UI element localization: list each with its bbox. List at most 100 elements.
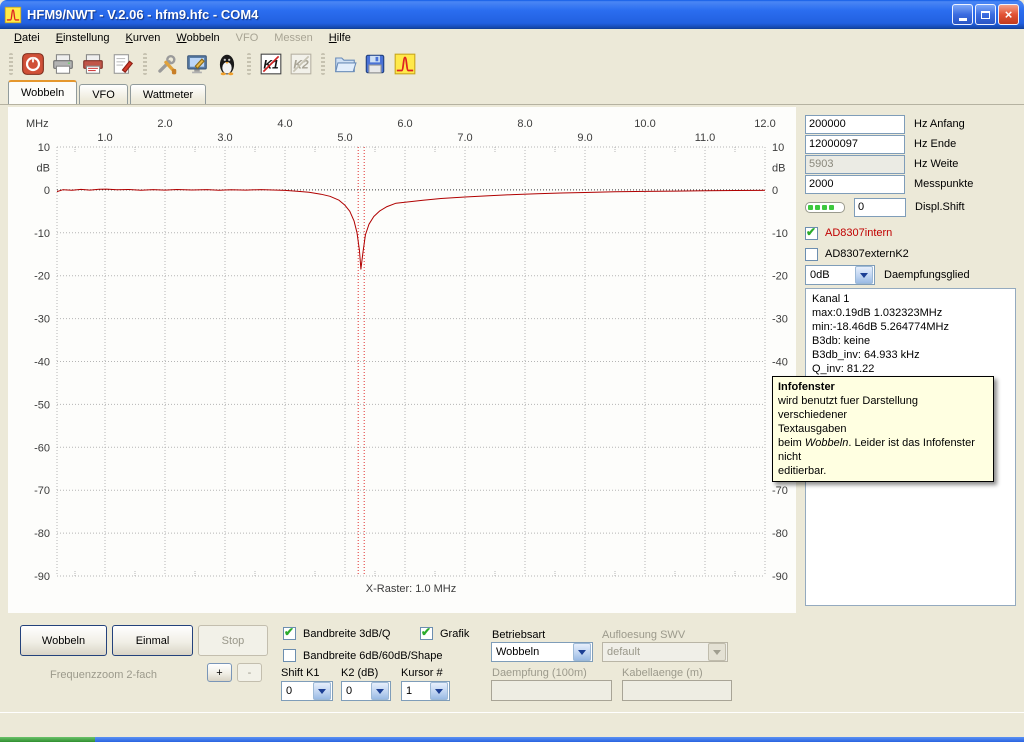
display-edit-button[interactable] [183, 50, 211, 78]
svg-text:-10: -10 [772, 228, 788, 240]
status-bar [0, 712, 1024, 737]
print-button[interactable] [49, 50, 77, 78]
menu-datei[interactable]: Datei [6, 31, 48, 45]
tooltip-title: Infofenster [778, 381, 835, 393]
display-edit-icon [185, 52, 209, 76]
hz-anfang-label: Hz Anfang [914, 118, 965, 130]
file-open-button[interactable] [331, 50, 359, 78]
svg-text:-80: -80 [772, 528, 788, 540]
svg-text:0: 0 [44, 185, 50, 197]
bandbreite-6db-checkbox[interactable] [283, 649, 296, 662]
zoom-minus-button: - [237, 663, 262, 682]
file-save-button[interactable] [361, 50, 389, 78]
k2-curve-button[interactable]: K2 [287, 50, 315, 78]
info-line: max:0.19dB 1.032323MHz [812, 306, 1009, 320]
svg-text:9.0: 9.0 [577, 132, 592, 144]
k2-db-select[interactable]: 0 [341, 681, 391, 701]
svg-text:-40: -40 [34, 357, 50, 369]
close-icon: × [1005, 8, 1013, 21]
hz-weite-input [805, 155, 905, 174]
tab-wattmeter[interactable]: Wattmeter [130, 84, 206, 104]
linux-penguin-button[interactable] [213, 50, 241, 78]
shift-k1-label: Shift K1 [281, 667, 320, 679]
minimize-button[interactable] [952, 4, 973, 25]
svg-text:-80: -80 [34, 528, 50, 540]
x-raster-label: X-Raster: 1.0 MHz [57, 583, 765, 595]
hz-ende-input[interactable] [805, 135, 905, 154]
application-window: HFM9/NWT - V.2.06 - hfm9.hfc - COM4 × Da… [0, 0, 1024, 742]
menu-kurven[interactable]: Kurven [118, 31, 169, 45]
svg-text:8.0: 8.0 [517, 118, 532, 130]
ad8307intern-checkbox[interactable] [805, 227, 818, 240]
shift-k1-select[interactable]: 0 [281, 681, 333, 701]
displ-shift-input[interactable] [854, 198, 906, 217]
grafik-checkbox[interactable] [420, 627, 433, 640]
svg-text:MHz: MHz [26, 118, 49, 130]
zoom-plus-button[interactable]: + [207, 663, 232, 682]
sweep-chart[interactable]: MHz2.04.06.08.010.012.01.03.05.07.09.011… [8, 107, 796, 613]
menu-einstellung[interactable]: Einstellung [48, 31, 118, 45]
wobbeln-button[interactable]: Wobbeln [20, 625, 107, 656]
infofenster-tooltip: Infofenster wird benutzt fuer Darstellun… [772, 376, 994, 482]
toolbar-grip[interactable] [247, 53, 251, 75]
maximize-icon [981, 11, 990, 19]
hz-anfang-input[interactable] [805, 115, 905, 134]
hz-weite-label: Hz Weite [914, 158, 958, 170]
close-button[interactable]: × [998, 4, 1019, 25]
edit-notes-button[interactable] [109, 50, 137, 78]
info-line: min:-18.46dB 5.264774MHz [812, 320, 1009, 334]
betriebsart-select[interactable]: Wobbeln [491, 642, 593, 662]
svg-text:-90: -90 [772, 571, 788, 583]
messpunkte-input[interactable] [805, 175, 905, 194]
bandbreite-3db-checkbox[interactable] [283, 627, 296, 640]
displ-shift-slider[interactable] [805, 202, 845, 213]
maximize-button[interactable] [975, 4, 996, 25]
toolbar-grip[interactable] [321, 53, 325, 75]
info-line: B3db: keine [812, 334, 1009, 348]
dropdown-arrow-icon[interactable] [573, 643, 591, 661]
kursor-select[interactable]: 1 [401, 681, 450, 701]
info-line: Q_inv: 81.22 [812, 362, 1009, 376]
tab-vfo[interactable]: VFO [79, 84, 128, 104]
daempfungsglied-label: Daempfungsglied [884, 269, 970, 281]
svg-text:4.0: 4.0 [277, 118, 292, 130]
title-bar: HFM9/NWT - V.2.06 - hfm9.hfc - COM4 × [0, 0, 1024, 29]
tab-bar: WobbelnVFOWattmeter [0, 82, 1024, 104]
kabellaenge-label: Kabellaenge (m) [622, 667, 703, 679]
dropdown-arrow-icon[interactable] [855, 266, 873, 284]
start-button[interactable] [0, 737, 95, 742]
svg-text:dB: dB [37, 163, 50, 175]
einmal-button[interactable]: Einmal [112, 625, 193, 656]
svg-text:-30: -30 [34, 314, 50, 326]
menu-hilfe[interactable]: Hilfe [321, 31, 359, 45]
svg-text:-90: -90 [34, 571, 50, 583]
svg-text:10: 10 [772, 142, 784, 154]
toolbar-grip[interactable] [143, 53, 147, 75]
frequenzzoom-label: Frequenzzoom 2-fach [50, 669, 157, 681]
svg-text:dB: dB [772, 163, 785, 175]
svg-text:10.0: 10.0 [634, 118, 655, 130]
menu-wobbeln[interactable]: Wobbeln [168, 31, 227, 45]
print-color-button[interactable] [79, 50, 107, 78]
svg-text:-50: -50 [34, 399, 50, 411]
sweep-display-button[interactable] [391, 50, 419, 78]
info-line: B3db_inv: 64.933 kHz [812, 348, 1009, 362]
ad8307intern-label: AD8307intern [825, 227, 892, 239]
svg-text:5.0: 5.0 [337, 132, 352, 144]
daempfungsglied-select[interactable]: 0dB [805, 265, 875, 285]
dropdown-arrow-icon[interactable] [371, 682, 389, 700]
power-off-button[interactable] [19, 50, 47, 78]
settings-tools-button[interactable] [153, 50, 181, 78]
dropdown-arrow-icon[interactable] [430, 682, 448, 700]
ad8307externk2-label: AD8307externK2 [825, 248, 909, 260]
toolbar-grip[interactable] [9, 53, 13, 75]
windows-taskbar[interactable] [0, 737, 1024, 742]
sweep-settings-panel: Hz Anfang Hz Ende Hz Weite Messpunkte Di… [805, 112, 1017, 612]
dropdown-arrow-icon[interactable] [313, 682, 331, 700]
bandbreite-6db-label: Bandbreite 6dB/60dB/Shape [303, 650, 442, 662]
ad8307externk2-checkbox[interactable] [805, 248, 818, 261]
aufloesung-swv-label: Aufloesung SWV [602, 629, 685, 641]
k1-curve-button[interactable]: K1 [257, 50, 285, 78]
tab-wobbeln[interactable]: Wobbeln [8, 80, 77, 104]
svg-text:3.0: 3.0 [217, 132, 232, 144]
